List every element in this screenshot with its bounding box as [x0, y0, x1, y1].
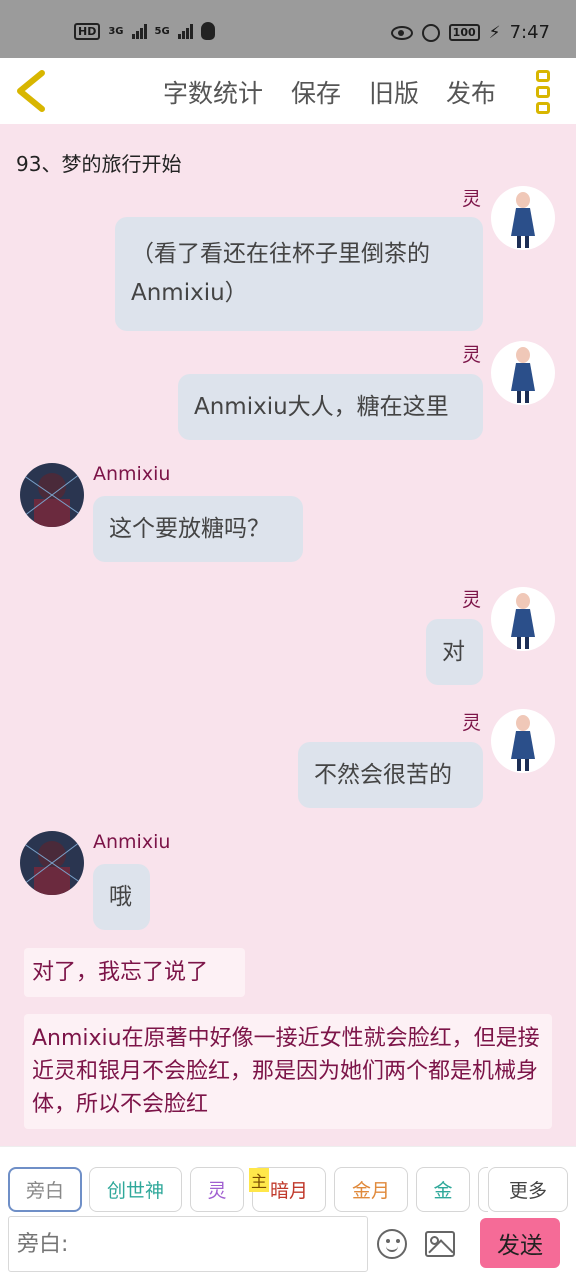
avatar-anmixiu[interactable] — [20, 831, 84, 895]
send-button[interactable]: 发送 — [480, 1218, 560, 1268]
signal-icon-2 — [177, 23, 193, 39]
top-toolbar: 字数统计 保存 旧版 发布 — [0, 58, 576, 124]
avatar-ling[interactable] — [491, 186, 555, 250]
image-icon[interactable] — [425, 1231, 455, 1257]
speaker-name: 灵 — [462, 712, 482, 734]
chip-gold-moon[interactable]: 金月 — [334, 1167, 408, 1212]
chip-label: 暗月 — [269, 1180, 308, 1202]
chip-overflow — [478, 1167, 488, 1212]
eye-icon — [390, 25, 413, 40]
avatar-ling[interactable] — [491, 587, 555, 651]
emoji-icon[interactable] — [377, 1229, 407, 1259]
speaker-name: Anmixiu — [93, 463, 171, 485]
qq-icon — [200, 22, 215, 40]
narration-block: 对了，我忘了说了 — [24, 948, 245, 997]
main-character-tag: 主 — [249, 1168, 269, 1192]
avatar-anmixiu[interactable] — [20, 463, 84, 527]
speaker-name: 灵 — [462, 589, 482, 611]
clock: 7:47 — [509, 22, 550, 43]
sim2-label: 5G — [154, 25, 170, 37]
avatar-ling[interactable] — [491, 341, 555, 405]
message-bubble: Anmixiu大人，糖在这里 — [178, 374, 483, 440]
word-count-button[interactable]: 字数统计 — [163, 74, 263, 110]
avatar-ling[interactable] — [491, 709, 555, 773]
more-characters-button[interactable]: 更多 — [488, 1167, 568, 1212]
chevron-left-icon — [17, 70, 45, 112]
sim1-label: 3G — [108, 25, 124, 37]
save-button[interactable]: 保存 — [291, 74, 341, 110]
message-bubble: 哦 — [93, 864, 150, 930]
more-menu-icon[interactable] — [536, 70, 554, 114]
chip-label: 旁白 — [25, 1180, 64, 1202]
chip-creator-god[interactable]: 创世神 — [89, 1167, 182, 1212]
speaker-name: 灵 — [462, 188, 482, 210]
signal-icon — [131, 23, 147, 39]
chip-label: 灵 — [207, 1180, 227, 1202]
chip-label: 创世神 — [106, 1180, 164, 1202]
message-bubble: 对 — [426, 619, 483, 685]
old-version-button[interactable]: 旧版 — [369, 74, 419, 110]
speaker-name: Anmixiu — [93, 831, 171, 853]
message-bubble: （看了看还在往杯子里倒茶的Anmixiu） — [115, 217, 483, 331]
status-bar: HD 3G 5G 100 ⚡ 7:47 — [0, 0, 576, 58]
status-left: HD 3G 5G — [74, 22, 215, 40]
chip-narrator[interactable]: 旁白 — [8, 1167, 82, 1212]
chapter-title: 93、梦的旅行开始 — [16, 152, 182, 176]
alarm-icon — [421, 23, 440, 42]
speaker-name: 灵 — [462, 344, 482, 366]
chip-label: 金月 — [351, 1180, 390, 1202]
message-bubble: 这个要放糖吗？ — [93, 496, 303, 562]
status-right: 100 ⚡ 7:47 — [390, 22, 550, 43]
hd-indicator: HD — [74, 22, 101, 40]
charging-icon: ⚡ — [488, 22, 501, 43]
message-input[interactable] — [8, 1216, 368, 1272]
chip-gold[interactable]: 金 — [416, 1167, 470, 1212]
battery-indicator: 100 — [448, 24, 480, 41]
chip-ling[interactable]: 灵 — [190, 1167, 244, 1212]
message-bubble: 不然会很苦的 — [298, 742, 483, 808]
publish-button[interactable]: 发布 — [446, 74, 496, 110]
chip-label: 金 — [433, 1180, 453, 1202]
back-button[interactable] — [12, 68, 52, 114]
narration-block: Anmixiu在原著中好像一接近女性就会脸红，但是接近灵和银月不会脸红，那是因为… — [24, 1014, 552, 1129]
